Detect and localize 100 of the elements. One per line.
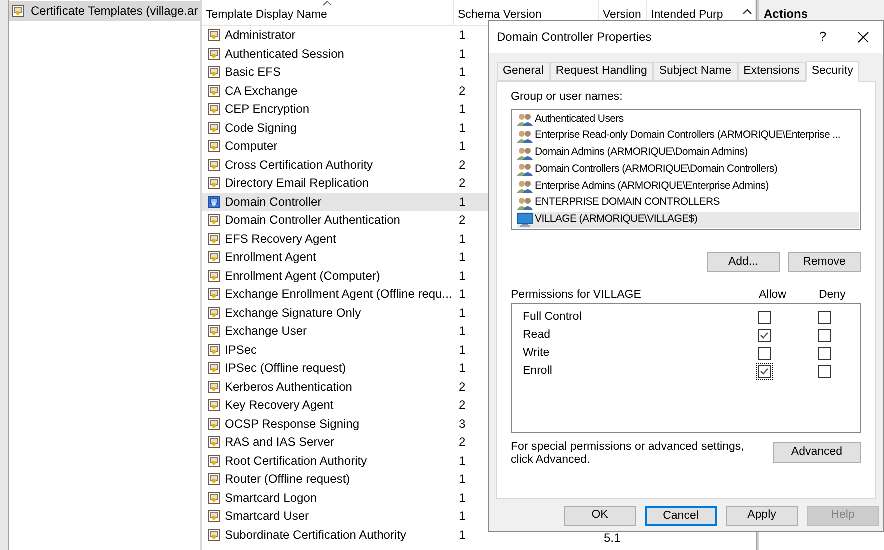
schema-version: 1 [459, 101, 466, 118]
schema-version: 2 [459, 212, 466, 230]
certificate-icon [207, 306, 221, 320]
dialog-button[interactable]: Cancel [645, 506, 717, 526]
user-item[interactable]: Domain Admins (ARMORIQUE\Domain Admins) [517, 144, 859, 162]
template-name: Subordinate Certification Authority [225, 526, 406, 544]
certificate-icon [207, 472, 221, 486]
user-item[interactable]: Authenticated Users [517, 111, 859, 128]
schema-version: 2 [459, 434, 466, 452]
tab[interactable]: Subject Name [653, 62, 738, 81]
schema-version: 2 [459, 156, 466, 174]
certificate-icon [207, 454, 221, 468]
schema-version: 2 [459, 378, 466, 396]
column-header[interactable]: Template Display Name [202, 0, 454, 25]
user-name: ENTERPRISE DOMAIN CONTROLLERS [535, 195, 720, 210]
template-name: Smartcard User [225, 508, 310, 526]
allow-header: Allow [759, 288, 788, 303]
template-name: EFS Recovery Agent [225, 230, 336, 248]
checkbox[interactable] [756, 326, 773, 344]
schema-version: 1 [459, 120, 466, 137]
template-name: CA Exchange [225, 82, 298, 100]
checkmark-icon [760, 368, 769, 375]
user-item[interactable]: Enterprise Read-only Domain Controllers (ARMORIQUE\Enterprise ... [517, 128, 859, 145]
template-name: Basic EFS [225, 64, 282, 82]
template-name: Key Recovery Agent [225, 397, 334, 414]
checkbox[interactable] [756, 308, 773, 326]
schema-version: 3 [459, 416, 466, 433]
dialog-button[interactable]: OK [564, 506, 636, 526]
tab[interactable]: Request Handling [550, 62, 654, 81]
schema-version: 1 [459, 360, 466, 378]
certificate-icon [207, 268, 221, 283]
template-name: Exchange User [225, 323, 308, 340]
checkmark-icon [760, 332, 769, 339]
template-name: IPSec (Offline request) [225, 360, 346, 378]
chevron-up-icon[interactable] [743, 9, 752, 15]
template-name: Directory Email Replication [225, 175, 370, 192]
certificate-icon [207, 528, 221, 542]
schema-version: 2 [459, 82, 466, 100]
template-row[interactable]: Authenticated Session 1 [202, 44, 756, 63]
schema-version: 1 [459, 304, 466, 322]
tab[interactable]: Extensions [738, 62, 806, 81]
certificate-icon [207, 509, 221, 524]
user-action-button[interactable]: Remove [788, 252, 861, 272]
permission-name: Write [522, 346, 551, 361]
users-icon [517, 180, 533, 193]
checkbox[interactable] [756, 344, 773, 362]
template-name: Router (Offline request) [225, 471, 350, 488]
checkbox[interactable] [816, 326, 833, 344]
schema-version: 1 [459, 490, 466, 507]
template-row[interactable]: Subordinate Certification Authority 1 5.1 [202, 526, 756, 544]
tree-item[interactable]: Certificate Templates (village.ar [9, 1, 200, 21]
user-name: Domain Admins (ARMORIQUE\Domain Admins) [535, 145, 748, 160]
schema-version: 1 [459, 342, 466, 359]
user-item[interactable]: Domain Controllers (ARMORIQUE\Domain Controllers) [517, 161, 859, 178]
schema-version: 1 [459, 452, 466, 470]
checkbox[interactable] [756, 362, 773, 380]
template-name: Kerberos Authentication [225, 378, 352, 396]
template-name: RAS and IAS Server [225, 434, 334, 452]
schema-version: 1 [459, 286, 466, 304]
computer-icon [517, 212, 533, 227]
template-name: Administrator [225, 27, 296, 44]
permission-name: Full Control [522, 310, 583, 325]
schema-version: 1 [459, 230, 466, 248]
template-row[interactable]: Key Recovery Agent 2 [202, 396, 756, 414]
checkbox[interactable] [816, 308, 833, 326]
column-header-label: Schema Version [458, 9, 542, 21]
schema-version: 1 [459, 471, 466, 488]
checkbox[interactable] [816, 344, 833, 362]
dialog-button[interactable]: Apply [726, 506, 798, 526]
template-row[interactable]: Kerberos Authentication 2 [202, 378, 756, 396]
user-action-button[interactable]: Add... [707, 252, 780, 272]
certificate-icon [207, 65, 221, 80]
users-icon [517, 163, 533, 176]
user-name: Enterprise Admins (ARMORIQUE\Enterprise Admins) [535, 178, 769, 194]
certificate-icon [207, 194, 221, 209]
template-name: Cross Certification Authority [225, 156, 374, 174]
close-icon [858, 32, 868, 42]
certificate-icon [207, 158, 221, 172]
tab[interactable]: General [497, 62, 550, 81]
template-row[interactable]: OCSP Response Signing 3 [202, 414, 756, 433]
template-name: Exchange Signature Only [225, 304, 362, 322]
template-row[interactable]: Router (Offline request) 1 [202, 470, 756, 488]
schema-version: 1 [459, 27, 466, 44]
schema-version: 1 [459, 508, 466, 526]
schema-version: 1 [459, 268, 466, 285]
certificate-icon [207, 380, 221, 394]
advanced-button[interactable]: Advanced [773, 442, 861, 464]
tab[interactable]: Security [806, 61, 860, 82]
help-button[interactable]: ? [803, 22, 843, 52]
template-row[interactable]: Smartcard Logon 1 [202, 488, 756, 507]
user-item[interactable]: VILLAGE (ARMORIQUE\VILLAGE$) [517, 212, 859, 228]
advanced-hint: For special permissions or advanced settings, click Advanced. [511, 441, 746, 468]
template-name: Smartcard Logon [225, 490, 318, 507]
template-name: Code Signing [225, 120, 298, 137]
template-name: OCSP Response Signing [225, 416, 360, 433]
user-item[interactable]: Enterprise Admins (ARMORIQUE\Enterprise Admins) [517, 178, 859, 195]
checkbox[interactable] [816, 362, 833, 380]
users-label: Group or user names: [511, 90, 624, 105]
template-row[interactable]: EFS Recovery Agent 1 [202, 230, 756, 248]
certificate-icon [207, 139, 221, 154]
